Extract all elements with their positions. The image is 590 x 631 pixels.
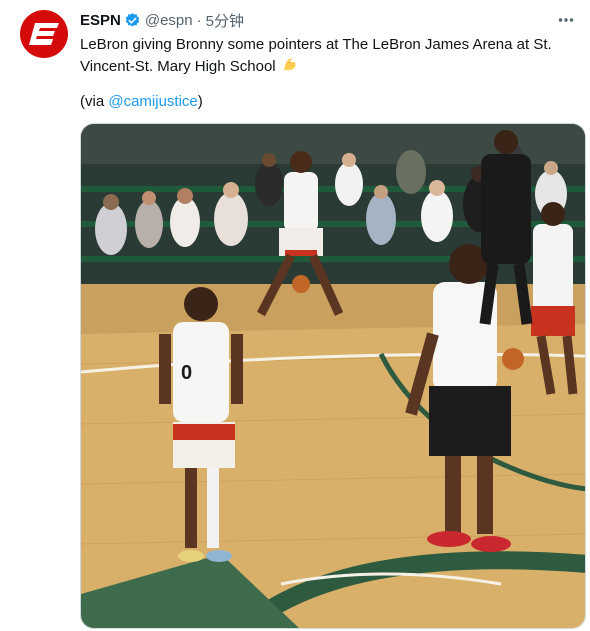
- via-mention-link[interactable]: @camijustice: [108, 93, 197, 110]
- author-handle[interactable]: @espn: [145, 12, 193, 29]
- tweet-video[interactable]: 0: [80, 123, 586, 629]
- video-frame: 0: [81, 124, 585, 628]
- tweet-card[interactable]: ESPN @espn · 5分钟 LeBron giving Bronny so…: [0, 0, 590, 631]
- flexed-biceps-emoji-icon: [283, 58, 296, 70]
- separator-dot: ·: [196, 11, 202, 29]
- tweet-body: LeBron giving Bronny some pointers at Th…: [80, 36, 552, 75]
- verified-badge-icon: [125, 12, 140, 27]
- via-credit: (via @camijustice): [80, 92, 203, 112]
- tweet-timestamp[interactable]: 5分钟: [206, 10, 244, 31]
- via-suffix: ): [197, 93, 203, 110]
- espn-avatar[interactable]: [20, 10, 68, 58]
- espn-logo-icon: [29, 23, 59, 45]
- via-prefix: (via: [80, 93, 109, 110]
- tweet-header: ESPN @espn · 5分钟: [80, 10, 244, 30]
- jersey-number: 0: [181, 362, 192, 384]
- author-name[interactable]: ESPN: [80, 12, 121, 29]
- more-options-icon[interactable]: [555, 9, 577, 31]
- tweet-text: LeBron giving Bronny some pointers at Th…: [80, 34, 580, 78]
